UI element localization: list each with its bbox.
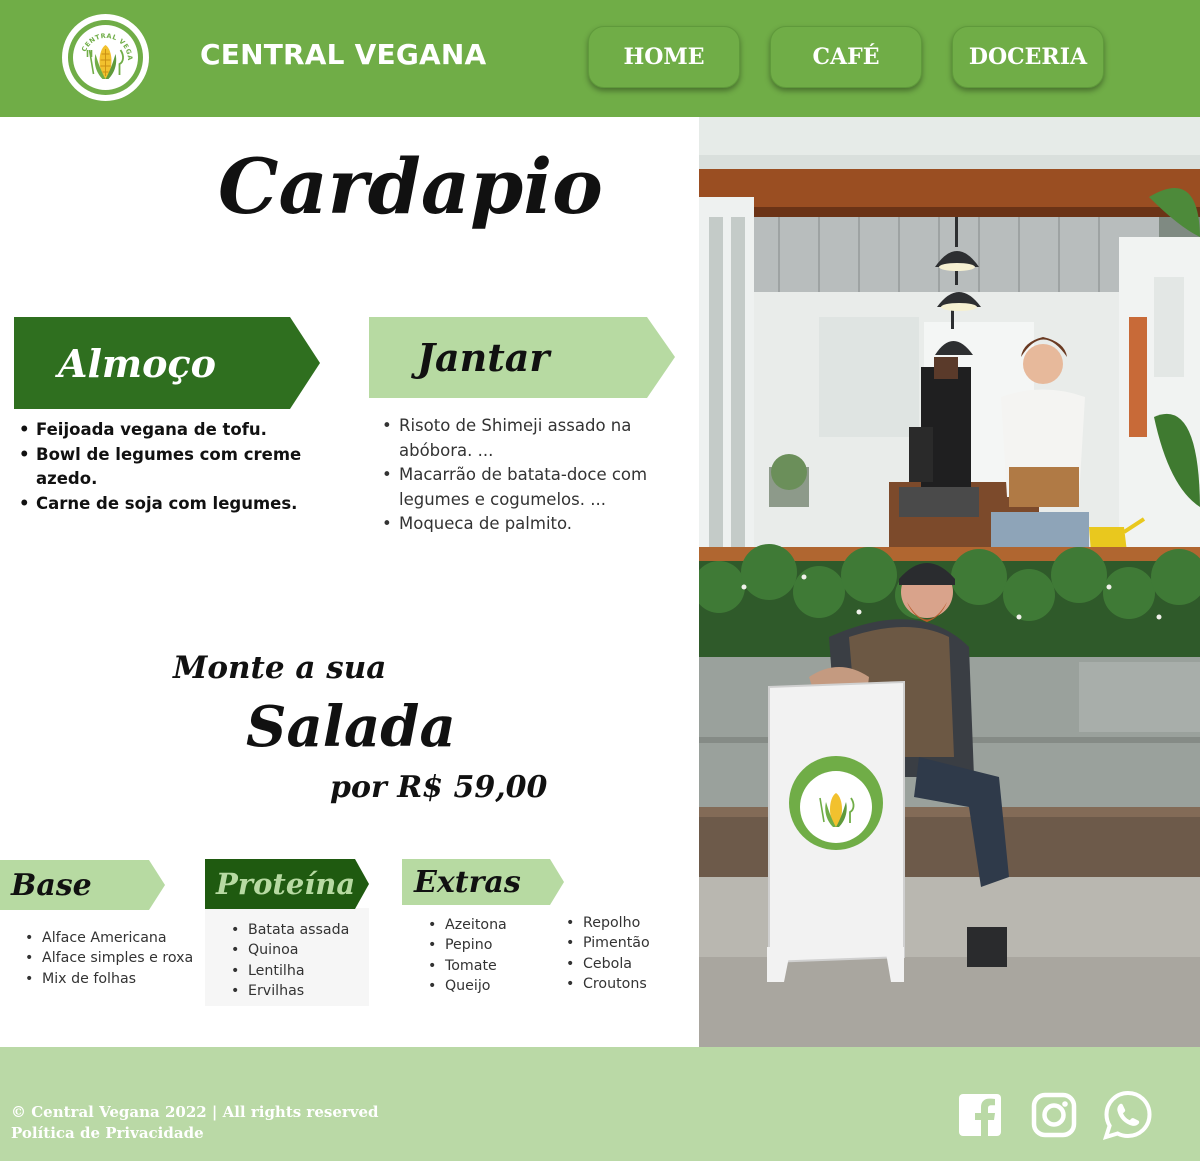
extras-list-col1: Azeitona Pepino Tomate Queijo: [424, 915, 507, 996]
brand-title: CENTRAL VEGANA: [200, 38, 487, 71]
list-item: Quinoa: [227, 940, 349, 961]
list-item: Azeitona: [424, 915, 507, 936]
cafe-photo-illustration: CENTRAL VEGANA: [699, 117, 1200, 1047]
list-item: Croutons: [562, 974, 650, 995]
list-item: Mix de folhas: [21, 969, 193, 990]
proteina-list: Batata assada Quinoa Lentilha Ervilhas: [227, 920, 349, 1001]
jantar-ribbon: Jantar: [369, 317, 675, 398]
nav-doceria-button[interactable]: DOCERIA: [952, 26, 1104, 88]
menu-title: Cardapio: [218, 142, 603, 231]
list-item: Batata assada: [227, 920, 349, 941]
base-label: Base: [11, 867, 92, 903]
header: CENTRAL VEGANA CENTRAL VEGANA HOME CAFÉ …: [0, 0, 1200, 117]
list-item: Macarrão de batata-doce com legumes e co…: [378, 463, 678, 512]
salad-price: por R$ 59,00: [330, 770, 548, 805]
list-item: Alface simples e roxa: [21, 948, 193, 969]
list-item: Repolho: [562, 913, 650, 934]
list-item: Moqueca de palmito.: [378, 512, 678, 532]
almoco-label: Almoço: [58, 340, 216, 386]
list-item: Pimentão: [562, 933, 650, 954]
footer-text: © Central Vegana 2022 | All rights reser…: [11, 1102, 379, 1144]
salad-heading-line2: Salada: [246, 694, 456, 760]
facebook-icon[interactable]: [958, 1093, 1002, 1137]
list-item: Pepino: [424, 935, 507, 956]
copyright-text: © Central Vegana 2022 | All rights reser…: [11, 1103, 379, 1121]
extras-ribbon: Extras: [402, 859, 564, 905]
proteina-ribbon: Proteína: [205, 859, 369, 909]
list-item: Bowl de legumes com creme azedo.: [15, 443, 305, 492]
list-item: Lentilha: [227, 961, 349, 982]
corn-logo-icon: CENTRAL VEGANA: [62, 14, 134, 79]
logo[interactable]: CENTRAL VEGANA: [62, 14, 149, 101]
instagram-icon[interactable]: [1031, 1092, 1077, 1138]
whatsapp-icon[interactable]: [1102, 1089, 1154, 1141]
jantar-label: Jantar: [417, 335, 550, 380]
nav-cafe-button[interactable]: CAFÉ: [770, 26, 922, 88]
list-item: Carne de soja com legumes.: [15, 492, 305, 517]
list-item: Cebola: [562, 954, 650, 975]
salad-heading-line1: Monte a sua: [173, 650, 387, 686]
base-ribbon: Base: [0, 860, 165, 910]
extras-label: Extras: [414, 864, 521, 900]
proteina-label: Proteína: [216, 867, 356, 901]
base-list: Alface Americana Alface simples e roxa M…: [21, 928, 193, 989]
list-item: Alface Americana: [21, 928, 193, 949]
list-item: Tomate: [424, 956, 507, 977]
almoco-list: Feijoada vegana de tofu. Bowl de legumes…: [15, 418, 305, 516]
footer: © Central Vegana 2022 | All rights reser…: [0, 1047, 1200, 1161]
cafe-photo: CENTRAL VEGANA: [699, 117, 1200, 1047]
extras-list-col2: Repolho Pimentão Cebola Croutons: [562, 913, 650, 994]
list-item: Risoto de Shimeji assado na abóbora. ...: [378, 414, 678, 463]
list-item: Ervilhas: [227, 981, 349, 1002]
list-item: Queijo: [424, 976, 507, 997]
jantar-list: Risoto de Shimeji assado na abóbora. ...…: [378, 414, 678, 532]
list-item: Feijoada vegana de tofu.: [15, 418, 305, 443]
nav-home-button[interactable]: HOME: [588, 26, 740, 88]
privacy-link[interactable]: Política de Privacidade: [11, 1123, 379, 1144]
almoco-ribbon: Almoço: [14, 317, 320, 409]
